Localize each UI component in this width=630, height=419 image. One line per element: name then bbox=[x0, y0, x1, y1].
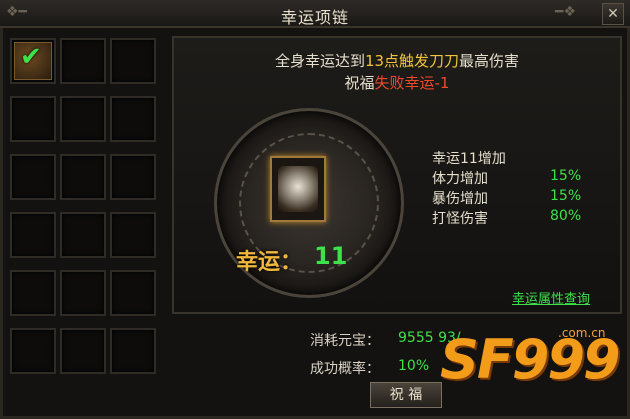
luck-attribute-link[interactable]: 幸运属性查询 bbox=[512, 288, 590, 307]
inventory-slot[interactable] bbox=[10, 270, 56, 316]
inventory-slot[interactable] bbox=[60, 96, 106, 142]
inventory-slot[interactable] bbox=[110, 38, 156, 84]
luck-value: 11 bbox=[314, 242, 348, 270]
close-button[interactable]: ✕ bbox=[602, 3, 624, 25]
inventory-slot[interactable] bbox=[10, 154, 56, 200]
inventory-slot[interactable]: ✔ bbox=[10, 38, 56, 84]
inventory-slot[interactable] bbox=[110, 328, 156, 374]
stat-label: 体力增加 bbox=[432, 171, 488, 187]
inventory-slot[interactable] bbox=[110, 96, 156, 142]
inventory-slot[interactable] bbox=[60, 38, 106, 84]
desc2-red: 失败幸运-1 bbox=[374, 74, 450, 92]
success-rate-label: 成功概率： bbox=[310, 361, 380, 377]
bless-button[interactable]: 祝 福 bbox=[370, 382, 442, 408]
desc1-post: 最高伤害 bbox=[459, 52, 520, 70]
success-rate-value: 10% bbox=[398, 358, 430, 374]
stat-value: 80% bbox=[550, 208, 582, 224]
description-line-2: 祝福失败幸运-1 bbox=[174, 72, 620, 93]
desc2-pre: 祝福 bbox=[344, 74, 375, 92]
checkmark-icon: ✔ bbox=[20, 42, 42, 72]
stat-row: 体力增加 15% bbox=[432, 168, 602, 188]
description-line-1: 全身幸运达到13点触发刀刀最高伤害 bbox=[174, 50, 620, 71]
inventory-grid: ✔ bbox=[6, 34, 164, 414]
inventory-slot[interactable] bbox=[110, 154, 156, 200]
stat-value: 15% bbox=[550, 168, 582, 184]
title-bar: ❖━ 幸运项链 ━❖ ✕ bbox=[0, 0, 630, 28]
stat-row: 暴伤增加 15% bbox=[432, 188, 602, 208]
inventory-slot[interactable] bbox=[60, 270, 106, 316]
inventory-slot[interactable] bbox=[60, 212, 106, 258]
stats-title: 幸运11增加 bbox=[432, 151, 506, 167]
cost-label: 消耗元宝： bbox=[310, 333, 380, 349]
inventory-slot[interactable] bbox=[10, 328, 56, 374]
inventory-slot[interactable] bbox=[110, 212, 156, 258]
stat-row: 打怪伤害 80% bbox=[432, 208, 602, 228]
stat-label: 打怪伤害 bbox=[432, 211, 488, 227]
watermark-domain: .com.cn bbox=[558, 326, 606, 340]
luck-label: 幸运： bbox=[236, 250, 303, 275]
desc1-pre: 全身幸运达到 bbox=[274, 52, 365, 70]
main-panel: 全身幸运达到13点触发刀刀最高伤害 祝福失败幸运-1 幸运： 11 幸运11增加… bbox=[172, 36, 622, 314]
stat-value: 15% bbox=[550, 188, 582, 204]
inventory-slot[interactable] bbox=[60, 328, 106, 374]
inventory-slot[interactable] bbox=[110, 270, 156, 316]
inventory-slot[interactable] bbox=[10, 212, 56, 258]
ornament-right-icon: ━❖ bbox=[555, 4, 576, 20]
watermark-logo: SF999 .com.cn bbox=[440, 318, 620, 398]
inventory-slot[interactable] bbox=[10, 96, 56, 142]
stats-list: 幸运11增加 体力增加 15% 暴伤增加 15% 打怪伤害 80% bbox=[432, 148, 602, 228]
necklace-slot[interactable] bbox=[270, 156, 326, 222]
desc1-highlight: 13点触发刀刀 bbox=[364, 52, 460, 70]
stat-label: 暴伤增加 bbox=[432, 191, 488, 207]
inventory-slot[interactable] bbox=[60, 154, 106, 200]
necklace-icon bbox=[278, 166, 318, 212]
